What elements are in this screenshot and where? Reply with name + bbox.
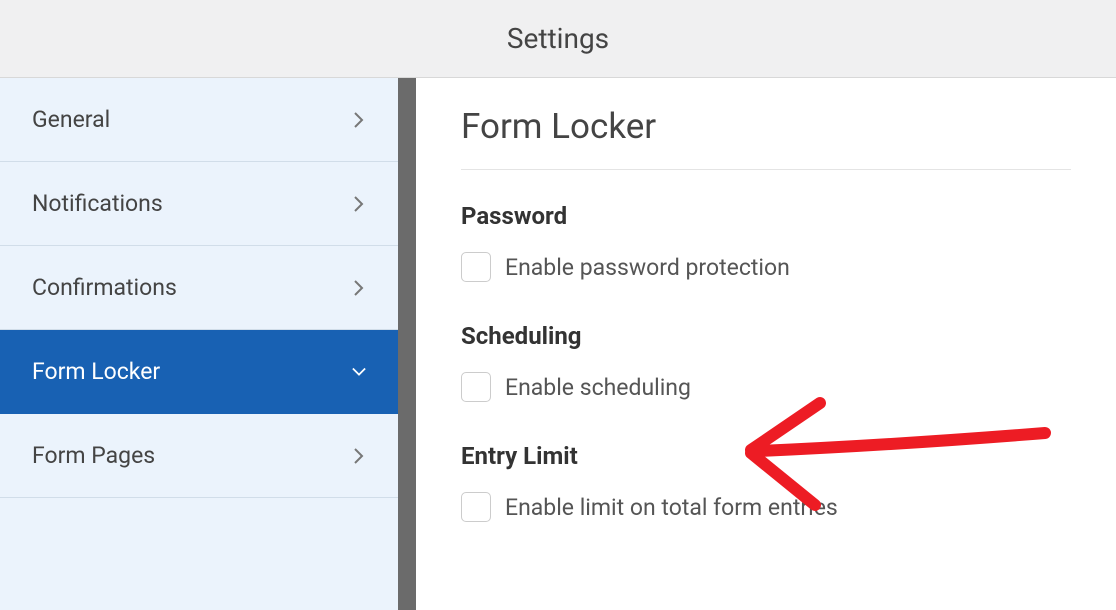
chevron-right-icon [352, 197, 366, 211]
section-header-password: Password [461, 202, 1071, 230]
sidebar-item-confirmations[interactable]: Confirmations [0, 246, 398, 330]
chevron-right-icon [352, 281, 366, 295]
checkbox-label: Enable scheduling [505, 374, 691, 401]
scheduling-checkbox[interactable] [461, 372, 491, 402]
section-entry-limit: Entry Limit Enable limit on total form e… [461, 442, 1071, 522]
section-header-scheduling: Scheduling [461, 322, 1071, 350]
entry-limit-checkbox[interactable] [461, 492, 491, 522]
section-scheduling: Scheduling Enable scheduling [461, 322, 1071, 402]
chevron-right-icon [352, 449, 366, 463]
checkbox-label: Enable password protection [505, 254, 790, 281]
content-title: Form Locker [461, 106, 1071, 170]
sidebar-item-label: Form Locker [32, 358, 160, 385]
sidebar-item-label: Notifications [32, 190, 163, 217]
sidebar-item-label: General [32, 106, 110, 133]
checkbox-label: Enable limit on total form entries [505, 494, 838, 521]
vertical-divider [398, 78, 416, 610]
main-container: General Notifications Confirmations Form… [0, 78, 1116, 610]
section-password: Password Enable password protection [461, 202, 1071, 282]
sidebar-item-notifications[interactable]: Notifications [0, 162, 398, 246]
chevron-right-icon [352, 113, 366, 127]
password-protection-checkbox[interactable] [461, 252, 491, 282]
settings-sidebar: General Notifications Confirmations Form… [0, 78, 398, 610]
sidebar-item-label: Confirmations [32, 274, 177, 301]
checkbox-row-entry-limit: Enable limit on total form entries [461, 492, 1071, 522]
page-title: Settings [507, 22, 609, 55]
sidebar-item-label: Form Pages [32, 442, 155, 469]
section-header-entry-limit: Entry Limit [461, 442, 1071, 470]
settings-content: Form Locker Password Enable password pro… [416, 78, 1116, 610]
sidebar-item-form-pages[interactable]: Form Pages [0, 414, 398, 498]
checkbox-row-password: Enable password protection [461, 252, 1071, 282]
sidebar-item-form-locker[interactable]: Form Locker [0, 330, 398, 414]
sidebar-item-general[interactable]: General [0, 78, 398, 162]
page-header: Settings [0, 0, 1116, 78]
checkbox-row-scheduling: Enable scheduling [461, 372, 1071, 402]
chevron-down-icon [352, 365, 366, 379]
